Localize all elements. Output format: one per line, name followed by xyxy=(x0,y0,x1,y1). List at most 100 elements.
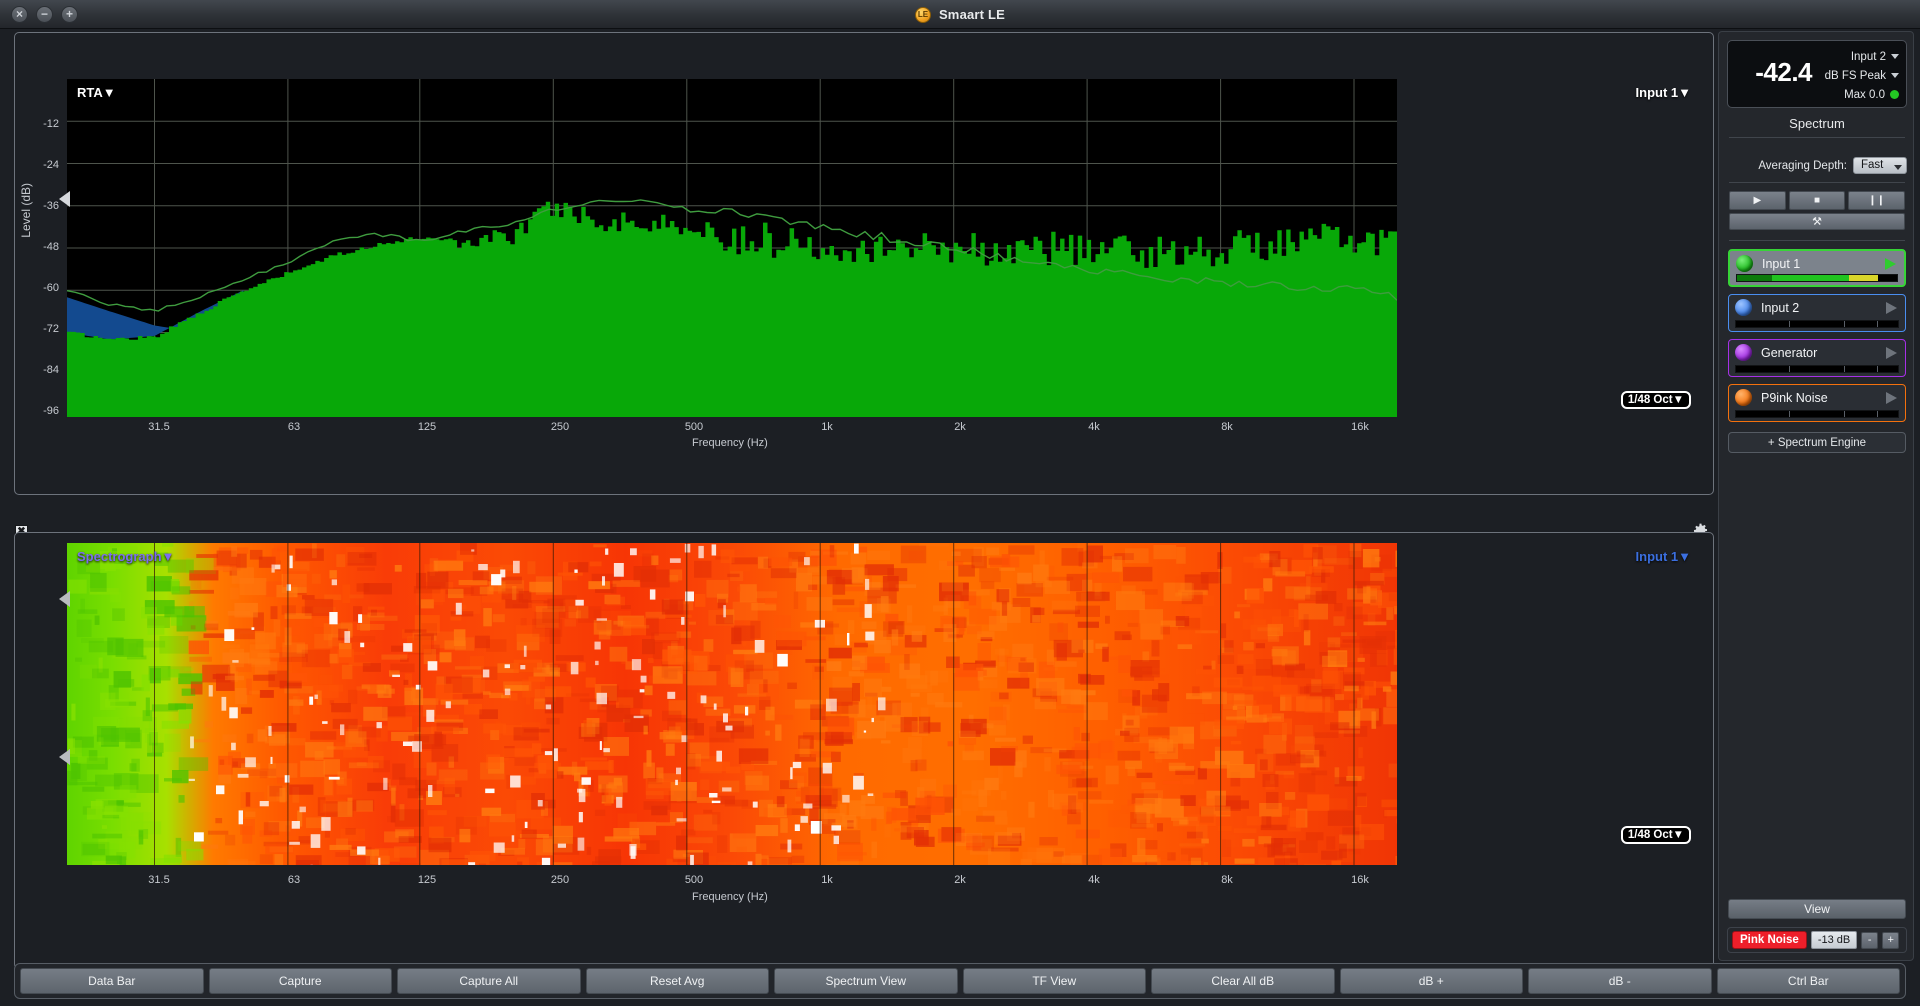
rta-x-tick: 16k xyxy=(1351,421,1369,433)
engine-label: Input 1 xyxy=(1762,256,1801,271)
play-button[interactable]: ▶ xyxy=(1729,191,1786,210)
engine-level-meter xyxy=(1735,410,1899,418)
meter-unit-selector[interactable]: dB FS Peak xyxy=(1803,66,1899,85)
averaging-depth-row: Averaging Depth: Fast xyxy=(1727,157,1907,174)
engine-label: Generator xyxy=(1761,345,1818,360)
engine-play-icon[interactable] xyxy=(1886,302,1897,314)
spectrograph-source-menu[interactable]: Input 1▼ xyxy=(1636,549,1691,564)
spectrograph-x-tick: 31.5 xyxy=(148,874,170,886)
rta-x-axis-label: Frequency (Hz) xyxy=(692,437,768,449)
engine-play-icon[interactable] xyxy=(1886,347,1897,359)
generator-increase-button[interactable]: + xyxy=(1882,931,1900,949)
rta-y-tick: -36 xyxy=(43,200,59,212)
divider xyxy=(1729,240,1905,241)
stop-button[interactable]: ■ xyxy=(1788,191,1846,210)
add-spectrum-engine-button[interactable]: + Spectrum Engine xyxy=(1728,432,1906,453)
spectrograph-top-handle[interactable] xyxy=(59,591,70,607)
engine-color-dot-icon xyxy=(1735,389,1752,406)
meter-input-selector[interactable]: Input 2 xyxy=(1803,47,1899,66)
tools-button[interactable]: ⚒ xyxy=(1729,213,1905,230)
toolbar-button-clear-all-db[interactable]: Clear All dB xyxy=(1151,968,1335,994)
window-title: Smaart LE xyxy=(938,7,1006,22)
engine-color-dot-icon xyxy=(1736,255,1753,272)
engine-generator[interactable]: Generator xyxy=(1728,339,1906,377)
spectrograph-x-tick: 2k xyxy=(954,874,966,886)
rta-x-tick: 8k xyxy=(1221,421,1233,433)
smaart-logo-icon: LE xyxy=(914,6,931,23)
control-sidebar: -42.4 Input 2 dB FS Peak Max 0.0 Spectru… xyxy=(1718,31,1914,961)
rta-y-tick: -24 xyxy=(43,159,59,171)
spectrograph-x-tick: 250 xyxy=(550,874,570,886)
generator-bar: Pink Noise -13 dB - + xyxy=(1727,927,1907,953)
meter-unit-label: dB FS Peak xyxy=(1824,69,1886,82)
rta-title-menu[interactable]: RTA▼ xyxy=(77,85,116,100)
title-bar: × − + LE Smaart LE xyxy=(0,0,1920,29)
toolbar-button-capture-all[interactable]: Capture All xyxy=(397,968,581,994)
chevron-down-icon xyxy=(1891,73,1899,78)
engine-play-icon[interactable] xyxy=(1885,258,1896,270)
maximize-icon[interactable]: + xyxy=(61,5,78,23)
averaging-depth-value: Fast xyxy=(1861,159,1884,171)
spectrum-section-title: Spectrum xyxy=(1789,116,1845,131)
rta-x-tick: 1k xyxy=(821,421,833,433)
toolbar-button-data-bar[interactable]: Data Bar xyxy=(20,968,204,994)
averaging-depth-select[interactable]: Fast xyxy=(1853,157,1907,174)
spectrograph-x-tick: 4k xyxy=(1088,874,1100,886)
toolbar-button-capture[interactable]: Capture xyxy=(208,968,392,994)
rta-source-menu[interactable]: Input 1▼ xyxy=(1636,85,1691,100)
meter-input-label: Input 2 xyxy=(1850,50,1886,63)
level-meter-value: -42.4 xyxy=(1755,57,1812,87)
pause-button[interactable]: ❙❙ xyxy=(1848,191,1906,210)
level-meter-panel: -42.4 Input 2 dB FS Peak Max 0.0 xyxy=(1727,40,1907,108)
spectrograph-x-tick: 16k xyxy=(1351,874,1369,886)
engine-color-dot-icon xyxy=(1735,344,1752,361)
engine-color-dot-icon xyxy=(1735,299,1752,316)
minimize-icon[interactable]: − xyxy=(36,5,53,23)
rta-octave-menu[interactable]: 1/48 Oct▼ xyxy=(1620,391,1691,409)
divider xyxy=(1729,137,1905,138)
pink-noise-button[interactable]: Pink Noise xyxy=(1732,931,1807,949)
rta-plot-panel: Level (dB) -12 -24 -36 -48 -60 -72 -84 -… xyxy=(14,32,1714,495)
meter-max-label: Max 0.0 xyxy=(1844,88,1885,101)
engine-input-1[interactable]: Input 1 xyxy=(1728,249,1906,287)
generator-decrease-button[interactable]: - xyxy=(1861,931,1879,949)
spectrograph-x-tick: 8k xyxy=(1221,874,1233,886)
rta-y-tick: -60 xyxy=(43,282,59,294)
rta-x-tick: 500 xyxy=(684,421,704,433)
spectrograph-bottom-handle[interactable] xyxy=(59,749,70,765)
spectrograph-octave-menu[interactable]: 1/48 Oct▼ xyxy=(1620,826,1691,844)
rta-chart-svg xyxy=(67,79,1397,417)
spectrograph-x-axis-label: Frequency (Hz) xyxy=(692,891,768,903)
rta-x-tick: 31.5 xyxy=(148,421,170,433)
averaging-depth-label: Averaging Depth: xyxy=(1758,159,1847,172)
bottom-toolbar: Data Bar Capture Capture All Reset Avg S… xyxy=(14,963,1906,999)
rta-x-tick: 125 xyxy=(417,421,437,433)
toolbar-button-reset-avg[interactable]: Reset Avg xyxy=(585,968,769,994)
window-title-group: LE Smaart LE xyxy=(0,0,1920,29)
toolbar-button-db-minus[interactable]: dB - xyxy=(1528,968,1712,994)
plots-pane: Level (dB) -12 -24 -36 -48 -60 -72 -84 -… xyxy=(0,29,1716,981)
view-button[interactable]: View xyxy=(1728,899,1906,919)
window-controls: × − + xyxy=(11,5,78,23)
toolbar-button-ctrl-bar[interactable]: Ctrl Bar xyxy=(1716,968,1900,994)
spectrograph-title-menu[interactable]: Spectrograph▼ xyxy=(77,549,174,564)
transport-controls: ▶ ■ ❙❙ xyxy=(1729,191,1906,210)
engine-input-2[interactable]: Input 2 xyxy=(1728,294,1906,332)
engine-pink-noise[interactable]: P9ink Noise xyxy=(1728,384,1906,422)
rta-level-handle[interactable] xyxy=(59,191,70,207)
toolbar-button-db-plus[interactable]: dB + xyxy=(1339,968,1523,994)
rta-graph[interactable] xyxy=(67,79,1397,417)
engine-play-icon[interactable] xyxy=(1886,392,1897,404)
spectrograph-graph[interactable] xyxy=(67,543,1397,865)
generator-level-value[interactable]: -13 dB xyxy=(1810,931,1858,949)
toolbar-button-spectrum-view[interactable]: Spectrum View xyxy=(774,968,958,994)
close-icon[interactable]: × xyxy=(11,5,28,23)
rta-x-tick: 2k xyxy=(954,421,966,433)
toolbar-button-tf-view[interactable]: TF View xyxy=(962,968,1146,994)
spectrograph-svg xyxy=(67,543,1397,865)
engine-label: P9ink Noise xyxy=(1761,390,1828,405)
chevron-down-icon xyxy=(1891,54,1899,59)
spectrograph-x-tick: 125 xyxy=(417,874,437,886)
engine-level-meter xyxy=(1736,274,1898,282)
level-meter-options: Input 2 dB FS Peak Max 0.0 xyxy=(1803,47,1899,104)
